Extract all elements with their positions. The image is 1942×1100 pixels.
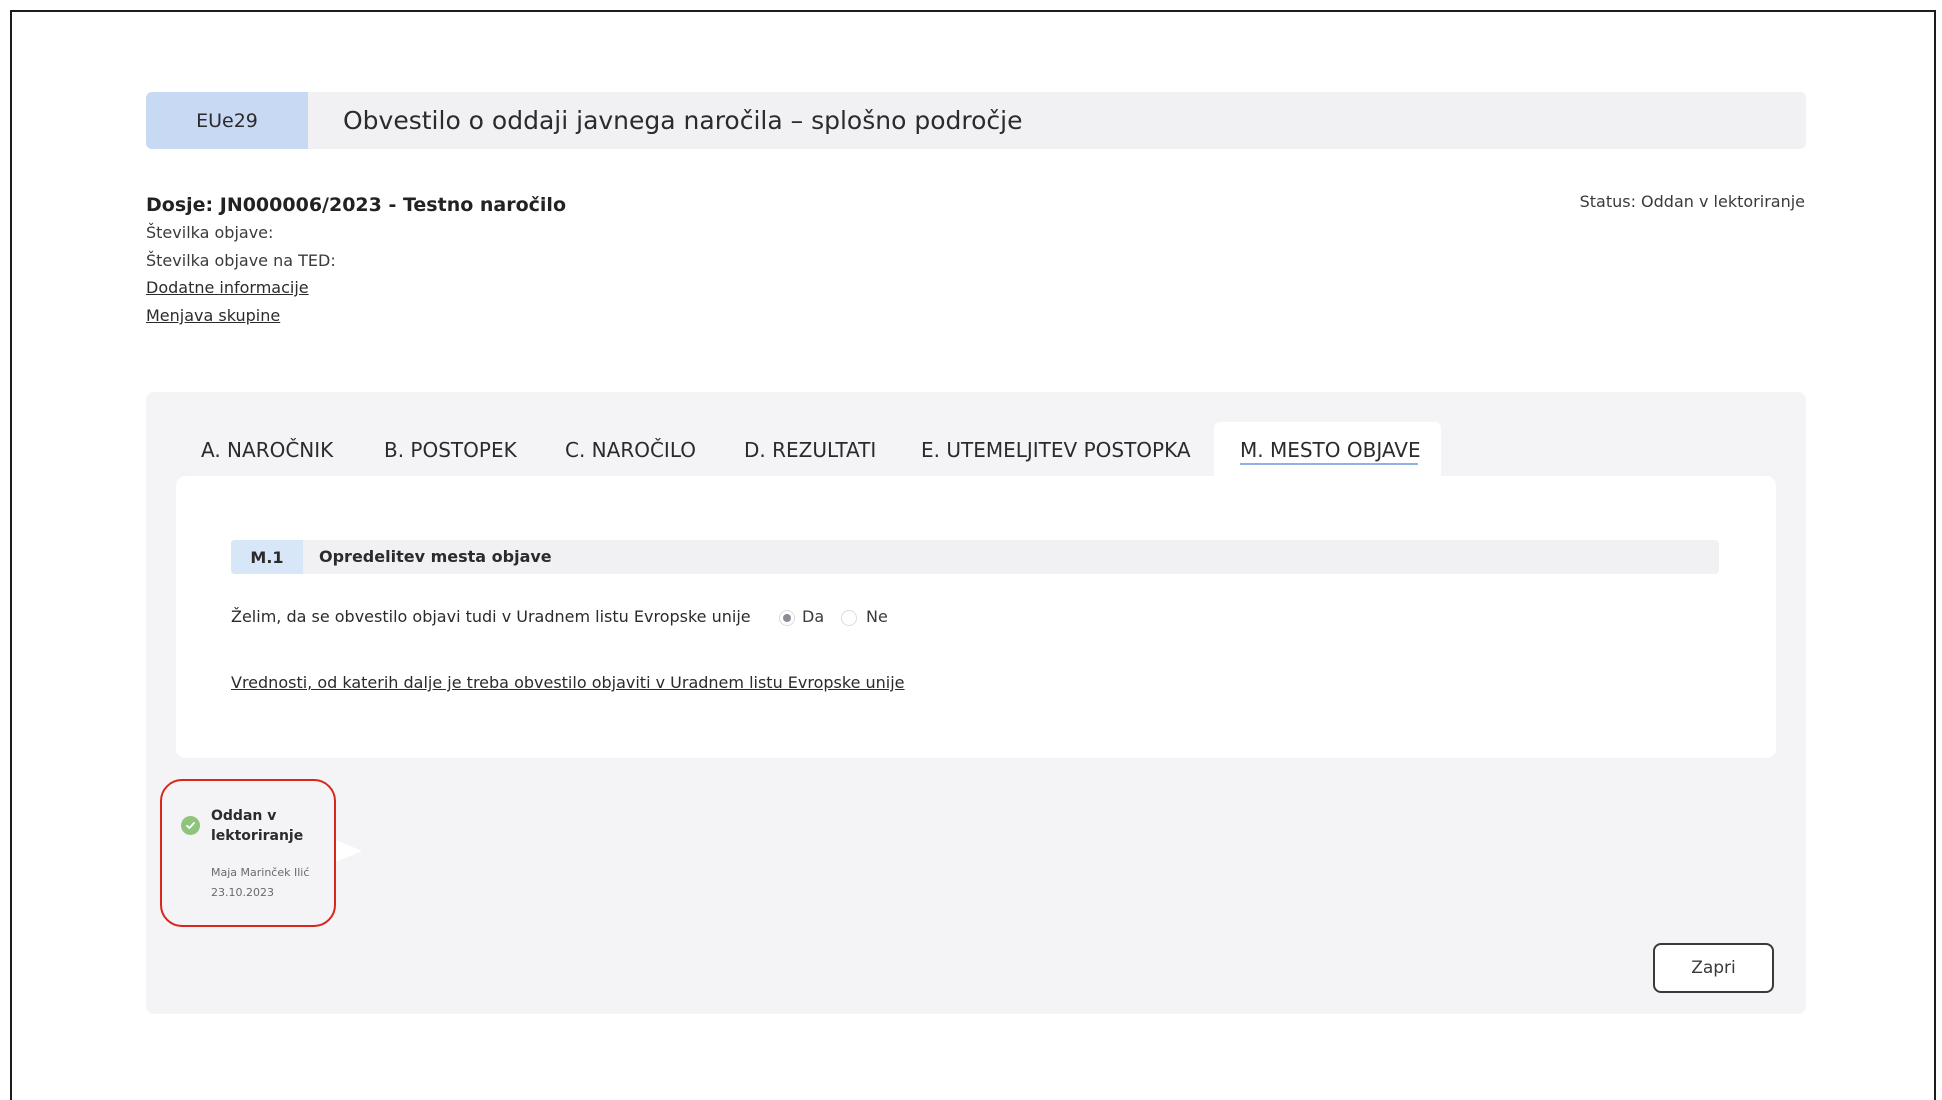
- radio-ne-label[interactable]: Ne: [866, 607, 888, 626]
- section-title: Opredelitev mesta objave: [319, 547, 552, 566]
- section-code-badge: M.1: [231, 540, 303, 574]
- publication-number-label: Številka objave:: [146, 223, 274, 242]
- tab-rezultati[interactable]: D. REZULTATI: [744, 422, 876, 478]
- timeline-date: 23.10.2023: [211, 886, 274, 899]
- ted-number-label: Številka objave na TED:: [146, 251, 336, 270]
- radio-da-label[interactable]: Da: [802, 607, 824, 626]
- timeline-status-title: Oddan v lektoriranje: [211, 808, 304, 844]
- tab-narocilo[interactable]: C. NAROČILO: [565, 422, 696, 478]
- section-header: M.1 Opredelitev mesta objave: [231, 540, 1719, 574]
- timeline-user: Maja Marinček Ilić: [211, 866, 310, 879]
- status-text: Status: Oddan v lektoriranje: [1579, 192, 1805, 211]
- form-header: EUe29 Obvestilo o oddaji javnega naročil…: [146, 92, 1806, 149]
- eu-publication-question: Želim, da se obvestilo objavi tudi v Ura…: [231, 607, 751, 626]
- radio-ne[interactable]: [841, 610, 857, 626]
- radio-da[interactable]: [779, 610, 795, 626]
- additional-info-link[interactable]: Dodatne informacije: [146, 278, 309, 297]
- tab-utemeljitev-postopka[interactable]: E. UTEMELJITEV POSTOPKA: [921, 422, 1191, 478]
- tab-narocnik[interactable]: A. NAROČNIK: [201, 422, 333, 478]
- tab-postopek[interactable]: B. POSTOPEK: [384, 422, 517, 478]
- tab-mesto-objave[interactable]: M. MESTO OBJAVE: [1240, 422, 1421, 478]
- timeline-status-item: [160, 779, 336, 927]
- dossier-title: Dosje: JN000006/2023 - Testno naročilo: [146, 194, 566, 216]
- timeline-pointer: [336, 840, 362, 862]
- check-icon: [181, 816, 200, 835]
- eu-thresholds-link[interactable]: Vrednosti, od katerih dalje je treba obv…: [231, 673, 905, 692]
- change-group-link[interactable]: Menjava skupine: [146, 306, 280, 325]
- form-code-badge: EUe29: [146, 92, 308, 149]
- close-button[interactable]: Zapri: [1653, 943, 1774, 993]
- form-title: Obvestilo o oddaji javnega naročila – sp…: [343, 106, 1023, 135]
- active-tab-indicator: [1240, 463, 1418, 465]
